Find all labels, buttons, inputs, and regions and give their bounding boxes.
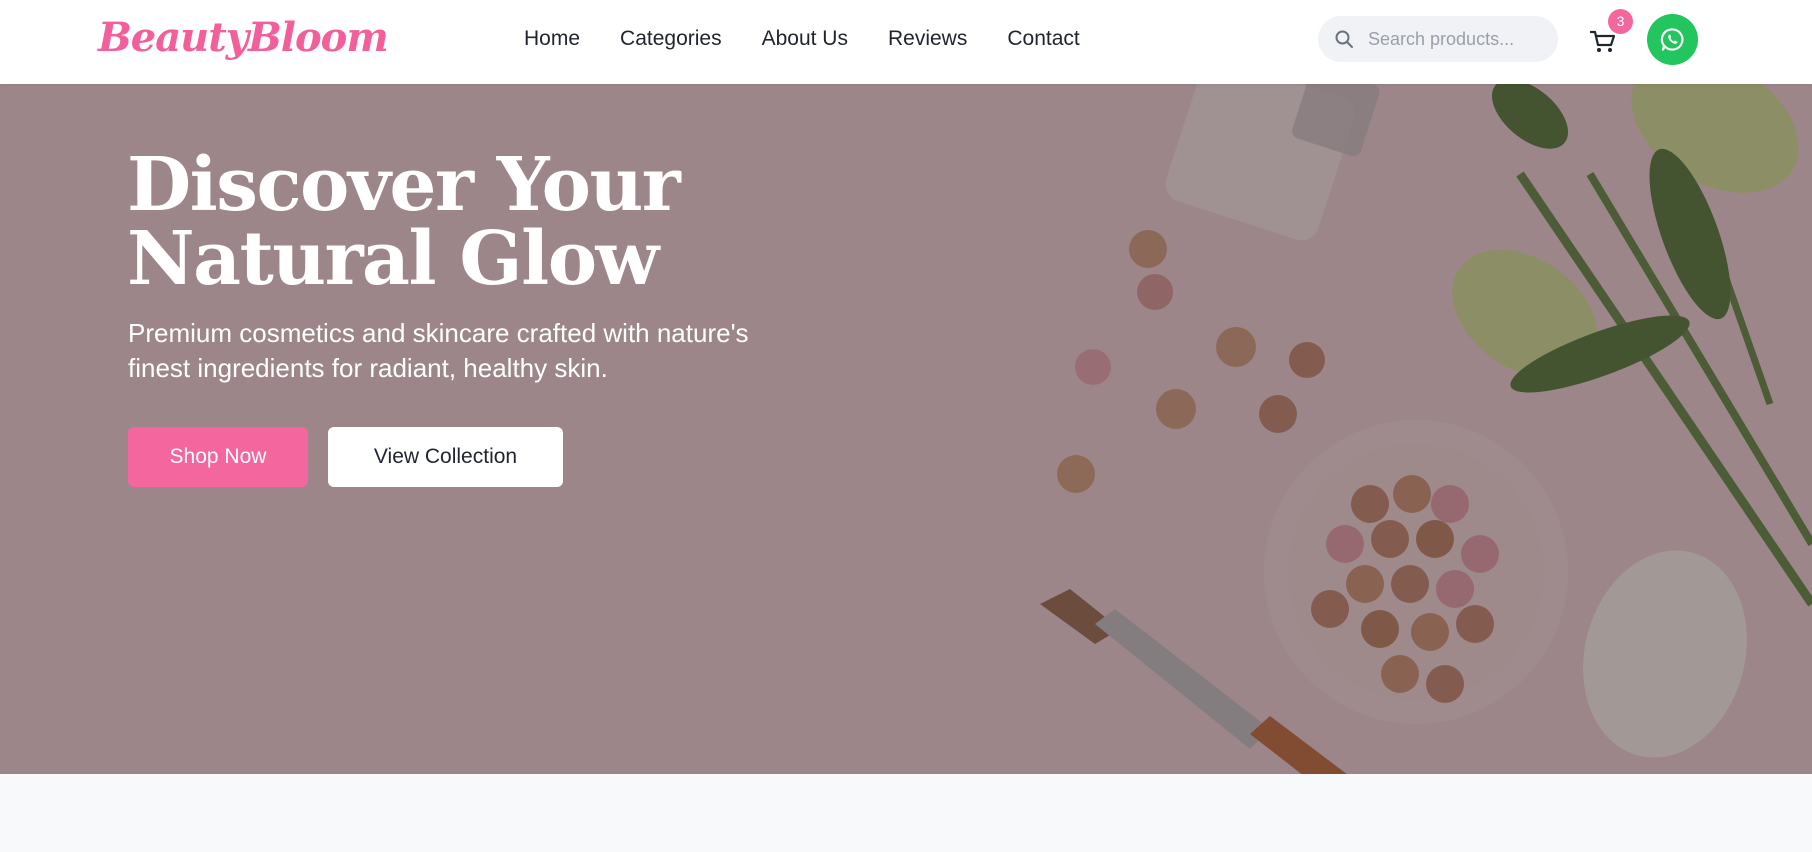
site-header: BeautyBloom Home Categories About Us Rev… bbox=[0, 0, 1812, 84]
nav-item-about-us[interactable]: About Us bbox=[762, 24, 848, 54]
nav-item-reviews[interactable]: Reviews bbox=[888, 24, 967, 54]
cart-count-badge: 3 bbox=[1608, 9, 1633, 34]
whatsapp-icon bbox=[1660, 28, 1684, 51]
nav-item-home[interactable]: Home bbox=[524, 24, 580, 54]
shop-now-button[interactable]: Shop Now bbox=[128, 427, 308, 487]
hero-subtitle: Premium cosmetics and skincare crafted w… bbox=[128, 318, 749, 383]
view-collection-button[interactable]: View Collection bbox=[328, 427, 563, 487]
nav-item-categories[interactable]: Categories bbox=[620, 24, 722, 54]
search-box bbox=[1318, 16, 1558, 62]
hero-title: Discover Your Natural Glow bbox=[127, 142, 681, 302]
brand-logo[interactable]: BeautyBloom bbox=[98, 14, 389, 61]
search-input[interactable] bbox=[1368, 16, 1550, 62]
search-icon bbox=[1335, 30, 1353, 48]
nav-item-contact[interactable]: Contact bbox=[1007, 24, 1079, 54]
whatsapp-button[interactable] bbox=[1647, 14, 1698, 65]
hero-section: Discover Your Natural Glow Premium cosme… bbox=[0, 84, 1812, 774]
main-nav: Home Categories About Us Reviews Contact bbox=[524, 24, 1120, 54]
